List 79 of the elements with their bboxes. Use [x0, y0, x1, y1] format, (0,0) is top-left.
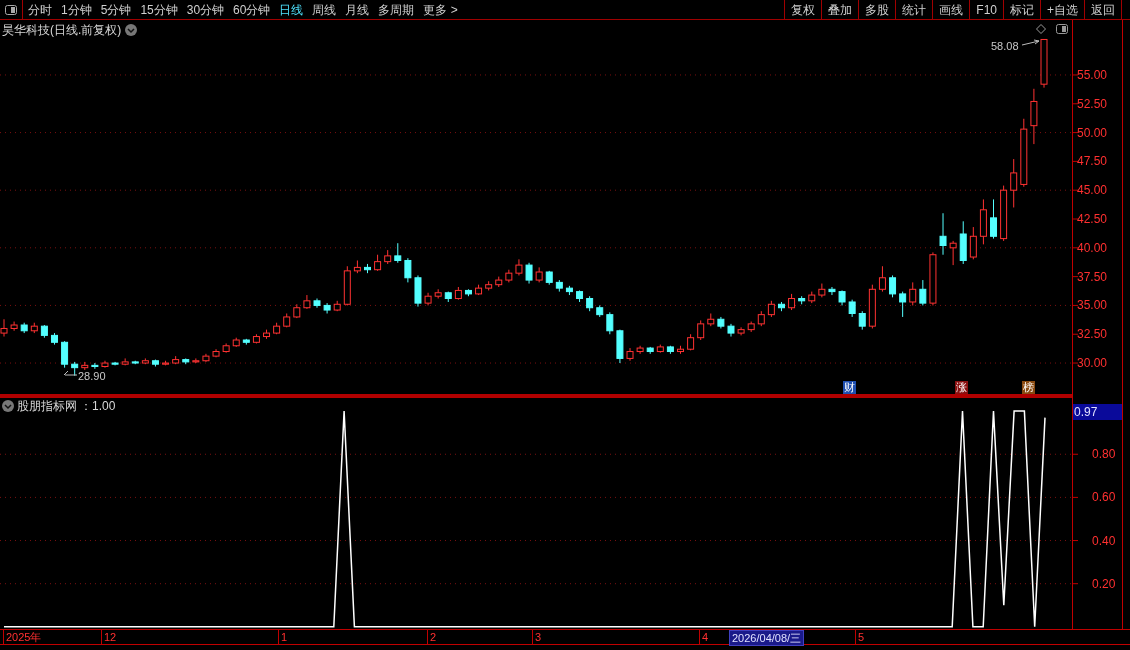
toolbar-button[interactable]: 多股	[859, 0, 897, 19]
candlestick	[858, 310, 866, 331]
candlestick	[91, 362, 99, 370]
candlestick	[909, 281, 917, 306]
candlestick	[606, 311, 614, 335]
period-tab[interactable]: 分时	[28, 0, 52, 19]
period-tab[interactable]: 更多 >	[423, 0, 458, 19]
event-badge[interactable]: 涨	[955, 381, 968, 394]
indicator-axis-label: 0.20	[1092, 576, 1116, 591]
price-axis-label: 47.50	[1077, 154, 1108, 169]
candlestick	[61, 340, 69, 369]
candlestick	[949, 240, 957, 266]
dropdown-icon[interactable]	[125, 24, 138, 36]
date-axis-label: 12	[101, 630, 117, 644]
candlestick	[394, 242, 402, 264]
price-axis-label: 52.50	[1077, 96, 1108, 111]
period-tab[interactable]: 周线	[312, 0, 337, 19]
price-axis-label: 35.00	[1077, 298, 1108, 313]
pointer-arrow-icon	[1022, 39, 1040, 47]
period-tab[interactable]: 15分钟	[140, 0, 178, 19]
price-axis-label: 37.50	[1077, 269, 1108, 284]
date-axis-label: 2026/04/08/三	[729, 630, 805, 646]
dropdown-icon[interactable]	[2, 400, 14, 412]
event-badge[interactable]: 榜	[1022, 381, 1035, 394]
toolbar-button[interactable]: 返回	[1085, 0, 1122, 19]
toolbar-button[interactable]: 统计	[896, 0, 934, 19]
pointer-arrow-icon	[63, 370, 77, 379]
period-tab[interactable]: 30分钟	[186, 0, 225, 19]
candlestick	[939, 212, 947, 256]
toolbar-button[interactable]: F10	[970, 0, 1004, 19]
indicator-axis-label: 0.80	[1092, 447, 1116, 462]
candlestick	[969, 226, 977, 260]
price-axis-label: 30.00	[1077, 356, 1108, 371]
price-axis-label: 45.00	[1077, 183, 1108, 198]
candlestick	[0, 318, 8, 338]
period-tab[interactable]: 日线	[279, 0, 304, 19]
period-tab[interactable]: 1分钟	[61, 0, 92, 19]
period-tab[interactable]: 5分钟	[100, 0, 132, 19]
event-badge[interactable]: 财	[843, 381, 856, 394]
indicator-axis-label: 0.60	[1092, 490, 1116, 505]
candlestick	[919, 279, 927, 306]
date-axis-label: 4	[699, 630, 709, 644]
stock-title: 昊华科技(日线.前复权)	[2, 22, 122, 39]
date-axis-label: 5	[855, 630, 865, 644]
date-axis-label: 2025年	[3, 630, 42, 644]
date-axis-label: 2	[427, 630, 437, 644]
candlestick	[990, 198, 998, 240]
candlestick	[828, 286, 836, 296]
toolbar-button[interactable]: 叠加	[822, 0, 860, 19]
high-price-label: 58.08	[991, 39, 1019, 54]
period-tab[interactable]: 月线	[345, 0, 370, 19]
price-axis-label: 40.00	[1077, 240, 1108, 255]
period-tab[interactable]: 多周期	[378, 0, 415, 19]
price-axis-label: 50.00	[1077, 125, 1108, 140]
price-axis-label: 32.50	[1077, 327, 1108, 342]
candlestick	[878, 265, 886, 293]
panel-toggle-icon[interactable]	[1056, 24, 1068, 34]
indicator-axis-label: 0.40	[1092, 533, 1116, 548]
toolbar-button[interactable]: +自选	[1041, 0, 1085, 19]
date-axis-label: 3	[532, 630, 542, 644]
toolbar-button[interactable]: 标记	[1004, 0, 1041, 19]
low-price-label: 28.90	[78, 370, 106, 383]
toolbar-button[interactable]: 复权	[785, 0, 823, 19]
current-value-label: 0.97	[1073, 404, 1122, 420]
price-axis-label: 55.00	[1077, 67, 1108, 82]
price-axis-label: 42.50	[1077, 212, 1108, 226]
candlestick	[899, 291, 907, 318]
candlestick	[697, 319, 705, 341]
diamond-icon[interactable]	[1036, 24, 1046, 34]
period-tab[interactable]: 60分钟	[233, 0, 271, 19]
candlestick	[1010, 158, 1018, 208]
toolbar-button[interactable]: 画线	[933, 0, 971, 19]
date-axis-label: 1	[278, 630, 288, 644]
candlestick	[889, 274, 897, 298]
indicator-value: ：1.00	[80, 398, 116, 415]
candlestick	[525, 262, 533, 285]
candlestick	[404, 257, 412, 283]
indicator-name: 股朋指标网	[17, 398, 77, 415]
panel-toggle-icon[interactable]	[5, 4, 17, 15]
